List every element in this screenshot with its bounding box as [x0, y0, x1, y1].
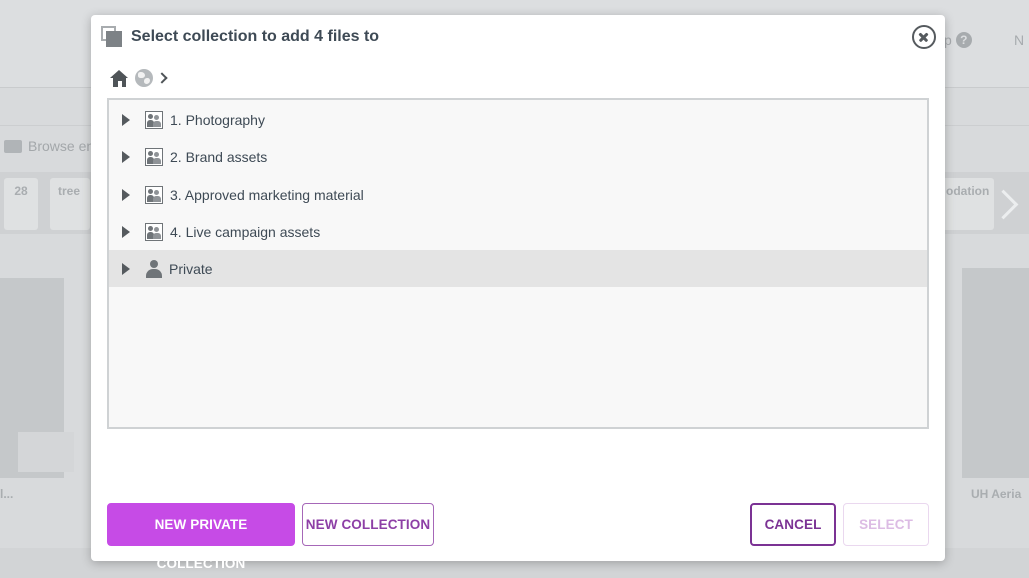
tree-item-photography[interactable]: 1. Photography [109, 101, 927, 138]
background-browse-label: Browse en [28, 138, 95, 154]
background-thumb-label: UH Aeria [971, 487, 1022, 501]
breadcrumb [110, 67, 168, 89]
tree-item-label: Private [169, 260, 213, 277]
expand-triangle-icon[interactable] [122, 262, 130, 275]
select-button[interactable]: SELECT [843, 503, 929, 546]
background-card: odation [938, 178, 994, 230]
select-collection-dialog: Select collection to add 4 files to 1. P… [91, 15, 945, 571]
background-thumbnail [962, 268, 1029, 478]
background-thumb-label: l... [0, 487, 14, 501]
tree-item-approved-marketing-material[interactable]: 3. Approved marketing material [109, 176, 927, 213]
tree-item-live-campaign-assets[interactable]: 4. Live campaign assets [109, 213, 927, 250]
user-icon [146, 259, 162, 278]
folder-icon [4, 139, 22, 153]
tree-item-private[interactable]: Private [109, 250, 927, 287]
chevron-right-icon [156, 72, 168, 84]
shared-collection-icon [145, 185, 163, 204]
expand-triangle-icon[interactable] [122, 188, 130, 201]
shared-collection-icon [145, 222, 163, 241]
collection-tree: 1. Photography 2. Brand assets 3. Approv… [107, 98, 929, 429]
tree-item-label: 4. Live campaign assets [170, 223, 321, 240]
dialog-header: Select collection to add 4 files to [91, 15, 945, 59]
expand-triangle-icon[interactable] [122, 150, 130, 163]
background-help: p ? [944, 32, 972, 48]
dialog-title: Select collection to add 4 files to [131, 28, 380, 45]
background-card: tree [50, 178, 90, 230]
shared-collection-icon [145, 147, 163, 166]
expand-triangle-icon[interactable] [122, 225, 130, 238]
globe-icon[interactable] [135, 69, 153, 87]
expand-triangle-icon[interactable] [122, 113, 130, 126]
background-thumb-actions [18, 432, 74, 472]
new-collection-button[interactable]: NEW COLLECTION [302, 503, 434, 546]
close-icon[interactable] [912, 25, 936, 49]
tree-item-label: 1. Photography [170, 111, 265, 128]
background-user: N [1014, 32, 1025, 48]
background-help-label: p [944, 32, 952, 48]
background-card: 28 [4, 178, 38, 230]
cancel-button[interactable]: CANCEL [750, 503, 836, 546]
home-icon[interactable] [110, 69, 129, 87]
tree-item-label: 2. Brand assets [170, 148, 268, 165]
background-browse: Browse en [4, 138, 94, 154]
tree-item-label: 3. Approved marketing material [170, 186, 364, 203]
collections-icon [101, 26, 123, 48]
help-icon: ? [955, 32, 972, 48]
tree-item-brand-assets[interactable]: 2. Brand assets [109, 138, 927, 175]
new-private-collection-button[interactable]: NEW PRIVATE COLLECTION [107, 503, 295, 571]
shared-collection-icon [145, 110, 163, 129]
chevron-right-icon [993, 186, 1015, 226]
